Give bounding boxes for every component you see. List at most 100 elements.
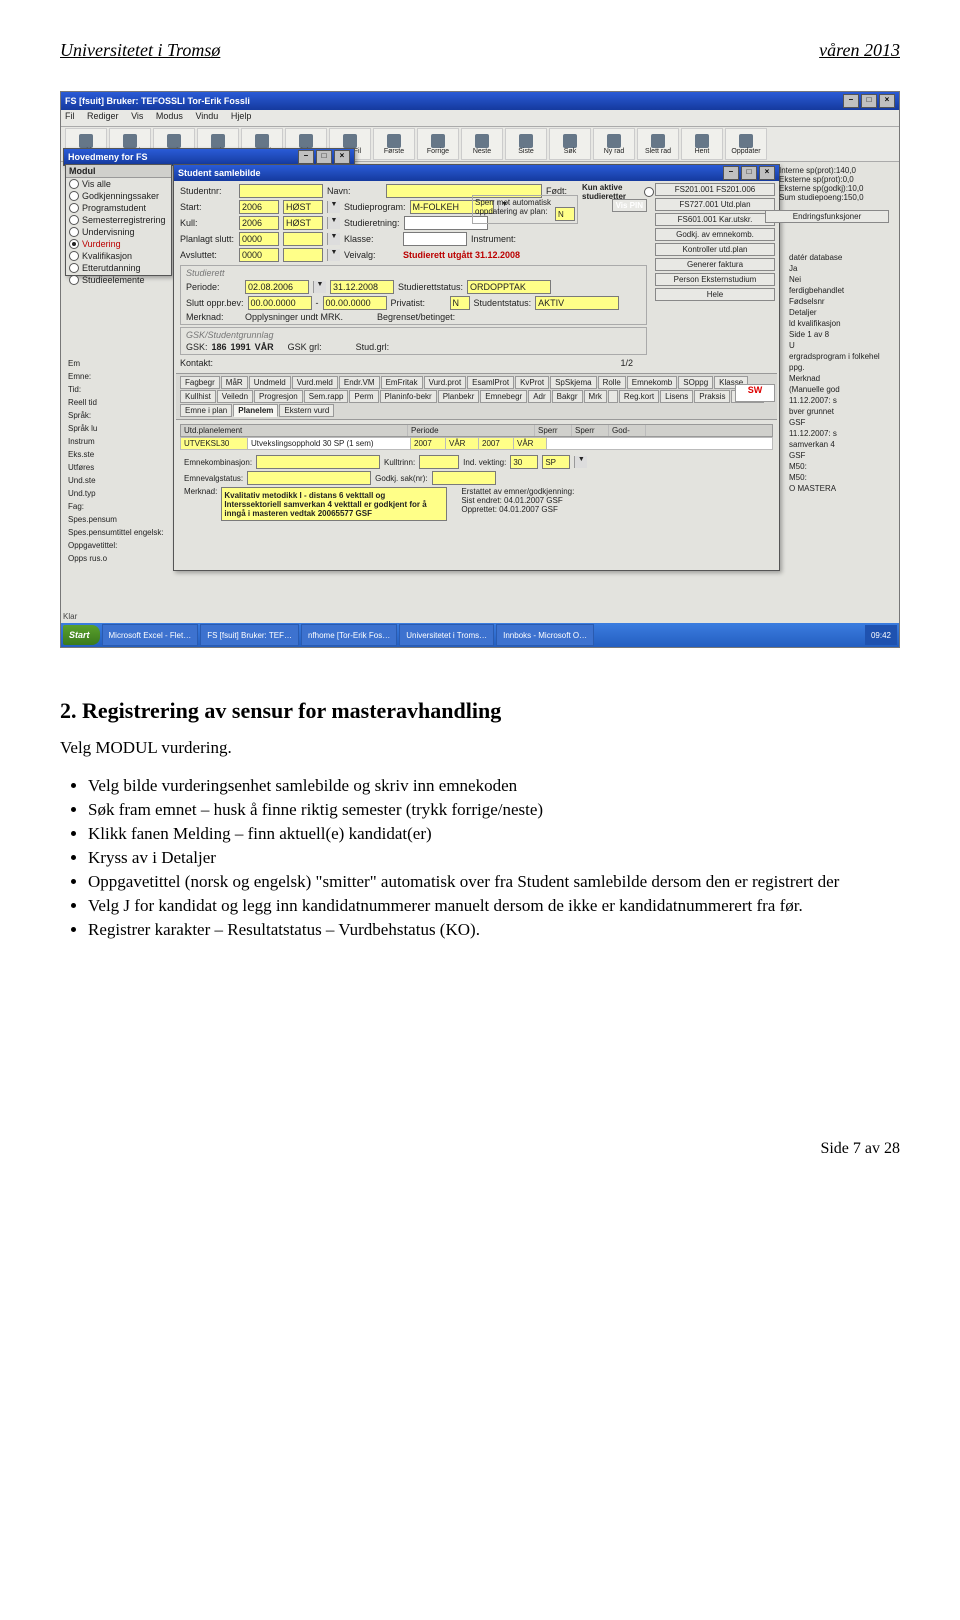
tab[interactable]: KvProt xyxy=(515,376,549,389)
endringsfunksjoner-button[interactable]: Endringsfunksjoner xyxy=(765,210,889,223)
taskbar-item[interactable]: Innboks - Microsoft O… xyxy=(496,624,594,646)
menu-item[interactable]: Rediger xyxy=(87,111,119,121)
tab[interactable]: Progresjon xyxy=(254,390,303,403)
menu-item[interactable]: Modus xyxy=(156,111,183,121)
tab[interactable]: Lisens xyxy=(660,390,693,403)
close-icon[interactable]: × xyxy=(759,166,775,180)
input[interactable] xyxy=(283,248,323,262)
sperr-input[interactable]: N xyxy=(555,207,575,221)
action-button[interactable]: Hele xyxy=(655,288,775,301)
action-button[interactable]: FS727.001 Utd.plan xyxy=(655,198,775,211)
tab[interactable]: Mrk xyxy=(584,390,607,403)
close-icon[interactable]: × xyxy=(334,150,350,164)
radio-icon[interactable] xyxy=(69,191,79,201)
minimize-icon[interactable]: – xyxy=(298,150,314,164)
radio-icon[interactable] xyxy=(69,251,79,261)
tab[interactable]: Planelem xyxy=(233,404,278,417)
toolbar-button[interactable]: Oppdater xyxy=(725,128,767,160)
tab[interactable]: Ekstern vurd xyxy=(279,404,334,417)
modul-item[interactable]: Kvalifikasjon xyxy=(66,250,171,262)
chevron-down-icon[interactable]: ▼ xyxy=(327,249,340,261)
tab[interactable]: Vurd.prot xyxy=(424,376,467,389)
cell[interactable]: UTVEKSL30 xyxy=(181,438,248,449)
radio-icon[interactable] xyxy=(69,275,79,285)
action-button[interactable]: FS201.001 FS201.006 xyxy=(655,183,775,196)
taskbar-item[interactable]: FS [fsuit] Bruker: TEF… xyxy=(200,624,299,646)
taskbar-item[interactable]: Microsoft Excel - Flet… xyxy=(102,624,199,646)
action-button[interactable]: Generer faktura xyxy=(655,258,775,271)
toolbar-button[interactable]: Søk xyxy=(549,128,591,160)
tab[interactable]: MåR xyxy=(221,376,248,389)
maximize-icon[interactable]: □ xyxy=(861,94,877,108)
system-tray[interactable]: 09:42 xyxy=(865,625,897,645)
cell[interactable]: VÅR xyxy=(514,438,547,449)
modul-item[interactable]: Godkjenningssaker xyxy=(66,190,171,202)
modul-item[interactable]: Vurdering xyxy=(66,238,171,250)
privatist-input[interactable]: N xyxy=(450,296,470,310)
start-sem-input[interactable]: HØST xyxy=(283,200,323,214)
tab[interactable]: Vurd.meld xyxy=(292,376,338,389)
cell[interactable]: VÅR xyxy=(446,438,479,449)
menu-item[interactable]: Vindu xyxy=(195,111,218,121)
toolbar-button[interactable]: Ny rad xyxy=(593,128,635,160)
tab[interactable]: EmFritak xyxy=(381,376,423,389)
periode-til-input[interactable]: 31.12.2008 xyxy=(330,280,394,294)
chevron-down-icon[interactable]: ▼ xyxy=(313,281,326,293)
tab[interactable]: Perm xyxy=(349,390,378,403)
action-button[interactable]: FS601.001 Kar.utskr. xyxy=(655,213,775,226)
chevron-down-icon[interactable]: ▼ xyxy=(574,456,587,468)
modul-item[interactable]: Vis alle xyxy=(66,178,171,190)
radio-icon[interactable] xyxy=(69,263,79,273)
chevron-down-icon[interactable]: ▼ xyxy=(327,217,340,229)
tab[interactable]: Planbekr xyxy=(438,390,480,403)
tab[interactable]: Planinfo-bekr xyxy=(380,390,437,403)
radio-icon[interactable] xyxy=(69,239,79,249)
input[interactable]: 00.00.0000 xyxy=(248,296,312,310)
start-button[interactable]: Start xyxy=(63,625,100,645)
toolbar-button[interactable]: Slett rad xyxy=(637,128,679,160)
input[interactable] xyxy=(432,471,496,485)
tab[interactable]: Adr xyxy=(528,390,550,403)
kull-year-input[interactable]: 2006 xyxy=(239,216,279,230)
modul-item[interactable]: Etterutdanning xyxy=(66,262,171,274)
chevron-down-icon[interactable]: ▼ xyxy=(327,233,340,245)
tab[interactable]: Reg.kort xyxy=(619,390,659,403)
studentnr-input[interactable] xyxy=(239,184,323,198)
input[interactable] xyxy=(283,232,323,246)
cell[interactable]: 2007 xyxy=(479,438,514,449)
chevron-down-icon[interactable]: ▼ xyxy=(327,201,340,213)
menu-item[interactable]: Hjelp xyxy=(231,111,252,121)
radio-icon[interactable] xyxy=(69,203,79,213)
input[interactable]: 30 xyxy=(510,455,538,469)
input[interactable]: SP xyxy=(542,455,570,469)
input[interactable] xyxy=(247,471,371,485)
toolbar-button[interactable]: Siste xyxy=(505,128,547,160)
radio-icon[interactable] xyxy=(69,179,79,189)
action-button[interactable]: Godkj. av emnekomb. xyxy=(655,228,775,241)
modul-item[interactable]: Studieelemente xyxy=(66,274,171,286)
studentstatus-input[interactable]: AKTIV xyxy=(535,296,619,310)
close-icon[interactable]: × xyxy=(879,94,895,108)
tab[interactable]: Kullhist xyxy=(180,390,216,403)
modul-item[interactable]: Undervisning xyxy=(66,226,171,238)
maximize-icon[interactable]: □ xyxy=(741,166,757,180)
minimize-icon[interactable]: – xyxy=(723,166,739,180)
modul-item[interactable]: Semesterregistrering xyxy=(66,214,171,226)
radio-icon[interactable] xyxy=(69,227,79,237)
emnekomb-input[interactable] xyxy=(256,455,380,469)
toolbar-button[interactable]: Første xyxy=(373,128,415,160)
toolbar-button[interactable]: Forrige xyxy=(417,128,459,160)
input[interactable]: 00.00.0000 xyxy=(323,296,387,310)
menu-item[interactable]: Vis xyxy=(131,111,143,121)
tab[interactable]: Praksis xyxy=(694,390,730,403)
taskbar-item[interactable]: nfhome [Tor-Erik Fos… xyxy=(301,624,397,646)
studierettstatus-input[interactable]: ORDOPPTAK xyxy=(467,280,551,294)
tab[interactable]: Sem.rapp xyxy=(304,390,349,403)
tab[interactable]: Fagbegr xyxy=(180,376,220,389)
input[interactable] xyxy=(419,455,459,469)
kull-sem-input[interactable]: HØST xyxy=(283,216,323,230)
klasse-input[interactable] xyxy=(403,232,467,246)
merknad-textarea[interactable]: Kvalitativ metodikk I - distans 6 vektta… xyxy=(221,487,447,521)
tab[interactable]: Bakgr xyxy=(552,390,583,403)
menu-item[interactable]: Fil xyxy=(65,111,75,121)
